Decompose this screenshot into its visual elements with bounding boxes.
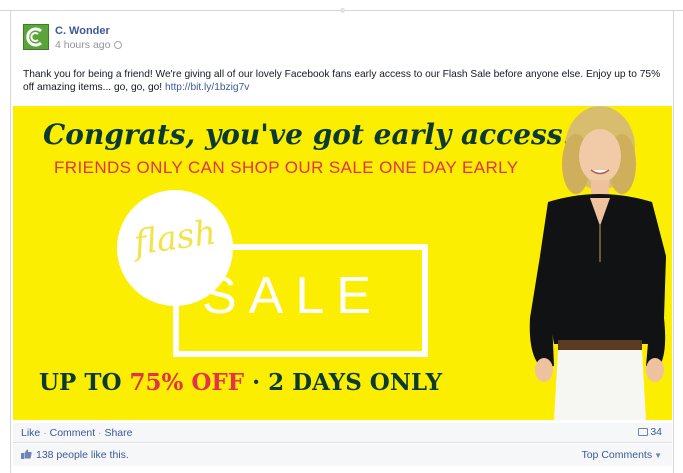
offer-prefix: UP TO <box>39 369 130 396</box>
likes-link[interactable]: 138 people like this. <box>21 449 129 461</box>
caret-icon: ▼ <box>654 451 662 460</box>
banner-offer: UP TO 75% OFF · 2 DAYS ONLY <box>39 369 442 396</box>
post-actions: Like · Comment · Share 34 <box>13 423 672 443</box>
action-links: Like · Comment · Share <box>21 427 133 439</box>
timestamp-text[interactable]: 4 hours ago <box>55 39 110 51</box>
top-comments-label[interactable]: Top Comments <box>581 449 652 461</box>
model-photo <box>529 106 666 420</box>
thumb-icon <box>21 449 32 459</box>
c-wonder-logo-icon <box>24 25 48 49</box>
globe-icon <box>114 41 123 49</box>
separator: · <box>98 427 102 439</box>
post-image[interactable]: Congrats, you've got early access. FRIEN… <box>13 106 672 420</box>
banner-headline: Congrats, you've got early access. <box>43 118 573 151</box>
divider <box>10 10 11 473</box>
facebook-post: C. Wonder 4 hours ago Thank you for bein… <box>0 0 683 473</box>
share-count[interactable]: 34 <box>650 426 662 438</box>
post-message-text: Thank you for being a friend! We're givi… <box>23 69 661 93</box>
like-button[interactable]: Like <box>21 427 40 439</box>
likes-summary: 138 people like this. Top Comments ▼ <box>13 444 672 466</box>
banner-subhead: FRIENDS ONLY CAN SHOP OUR SALE ONE DAY E… <box>54 158 519 177</box>
page-avatar[interactable] <box>23 24 49 50</box>
divider <box>673 10 674 473</box>
offer-percent: 75% OFF <box>129 369 245 396</box>
top-comments-dropdown[interactable]: Top Comments ▼ <box>581 449 662 461</box>
separator: · <box>43 427 47 439</box>
offer-suffix: · 2 DAYS ONLY <box>244 369 442 396</box>
comment-button[interactable]: Comment <box>50 427 96 439</box>
divider-dot <box>340 8 345 13</box>
sale-text: SALE <box>202 267 383 325</box>
share-icon <box>638 428 649 436</box>
likes-count-text[interactable]: 138 people like this. <box>36 449 129 461</box>
share-button[interactable]: Share <box>104 427 132 439</box>
share-count-link[interactable]: 34 <box>638 426 662 438</box>
page-name-link[interactable]: C. Wonder <box>55 25 110 37</box>
post-link[interactable]: http://bit.ly/1bzig7v <box>165 82 249 93</box>
post-message: Thank you for being a friend! We're givi… <box>23 68 663 94</box>
post-timestamp[interactable]: 4 hours ago <box>55 39 123 51</box>
